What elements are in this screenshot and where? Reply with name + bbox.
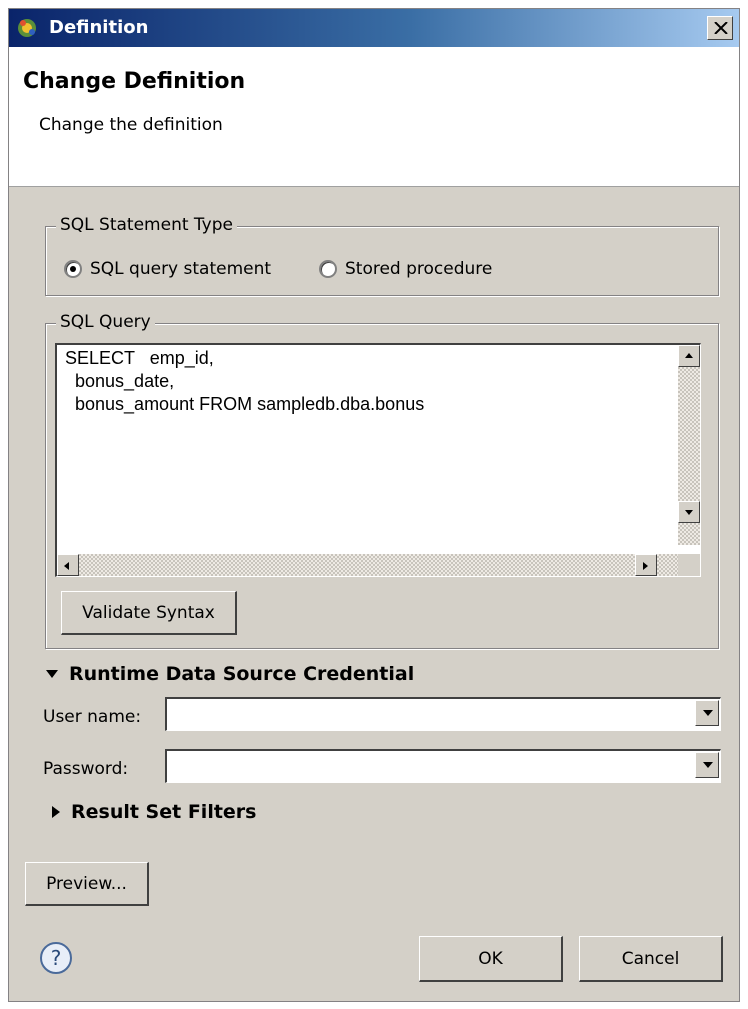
header-title: Change Definition: [23, 69, 246, 94]
filters-section-title: Result Set Filters: [71, 801, 257, 823]
scroll-right-button[interactable]: [635, 554, 657, 576]
sql-query-editor[interactable]: SELECT emp_id, bonus_date, bonus_amount …: [55, 343, 701, 577]
validate-syntax-button[interactable]: Validate Syntax: [61, 591, 237, 635]
credentials-section-toggle[interactable]: Runtime Data Source Credential: [45, 663, 414, 685]
scroll-down-button[interactable]: [678, 501, 700, 523]
scroll-left-button[interactable]: [57, 554, 79, 576]
chevron-right-icon: [52, 806, 60, 818]
user-name-dropdown-button[interactable]: [695, 700, 719, 726]
arrow-right-icon: [643, 562, 648, 570]
preview-button[interactable]: Preview...: [25, 862, 149, 906]
svg-text:?: ?: [51, 946, 62, 970]
sql-query-text[interactable]: SELECT emp_id, bonus_date, bonus_amount …: [65, 347, 424, 416]
radio-stored-procedure-label: Stored procedure: [345, 259, 493, 279]
filters-section-toggle[interactable]: Result Set Filters: [51, 801, 256, 823]
statement-type-legend: SQL Statement Type: [56, 215, 237, 235]
password-combo[interactable]: [165, 749, 721, 783]
close-button[interactable]: [707, 16, 733, 40]
credentials-section-title: Runtime Data Source Credential: [69, 663, 415, 685]
radio-stored-procedure-button[interactable]: [319, 260, 337, 278]
radio-sql-query[interactable]: SQL query statement: [64, 259, 271, 279]
password-label: Password:: [43, 759, 129, 779]
dialog-header: Change Definition Change the definition: [9, 47, 739, 187]
radio-sql-query-button[interactable]: [64, 260, 82, 278]
sql-query-legend: SQL Query: [56, 312, 155, 332]
definition-dialog: Definition Change Definition Change the …: [8, 8, 740, 1002]
radio-stored-procedure[interactable]: Stored procedure: [319, 259, 492, 279]
vertical-scrollbar[interactable]: [678, 345, 700, 545]
chevron-down-icon: [703, 710, 713, 716]
radio-sql-query-label: SQL query statement: [90, 259, 272, 279]
arrow-down-icon: [685, 510, 693, 515]
horizontal-scrollbar[interactable]: [57, 554, 679, 576]
ok-button[interactable]: OK: [419, 936, 563, 982]
arrow-left-icon: [64, 562, 69, 570]
chevron-down-icon: [703, 762, 713, 768]
password-dropdown-button[interactable]: [695, 752, 719, 778]
close-icon: [714, 22, 728, 34]
title-bar[interactable]: Definition: [9, 9, 739, 47]
help-icon[interactable]: ?: [39, 941, 73, 980]
chevron-down-icon: [46, 670, 58, 678]
arrow-up-icon: [685, 353, 693, 358]
scroll-up-button[interactable]: [678, 345, 700, 367]
user-name-label: User name:: [43, 707, 142, 727]
scroll-corner: [678, 554, 700, 576]
header-description: Change the definition: [39, 115, 223, 135]
user-name-combo[interactable]: [165, 697, 721, 731]
app-icon: [15, 17, 39, 39]
cancel-button[interactable]: Cancel: [579, 936, 723, 982]
window-title: Definition: [49, 17, 149, 38]
